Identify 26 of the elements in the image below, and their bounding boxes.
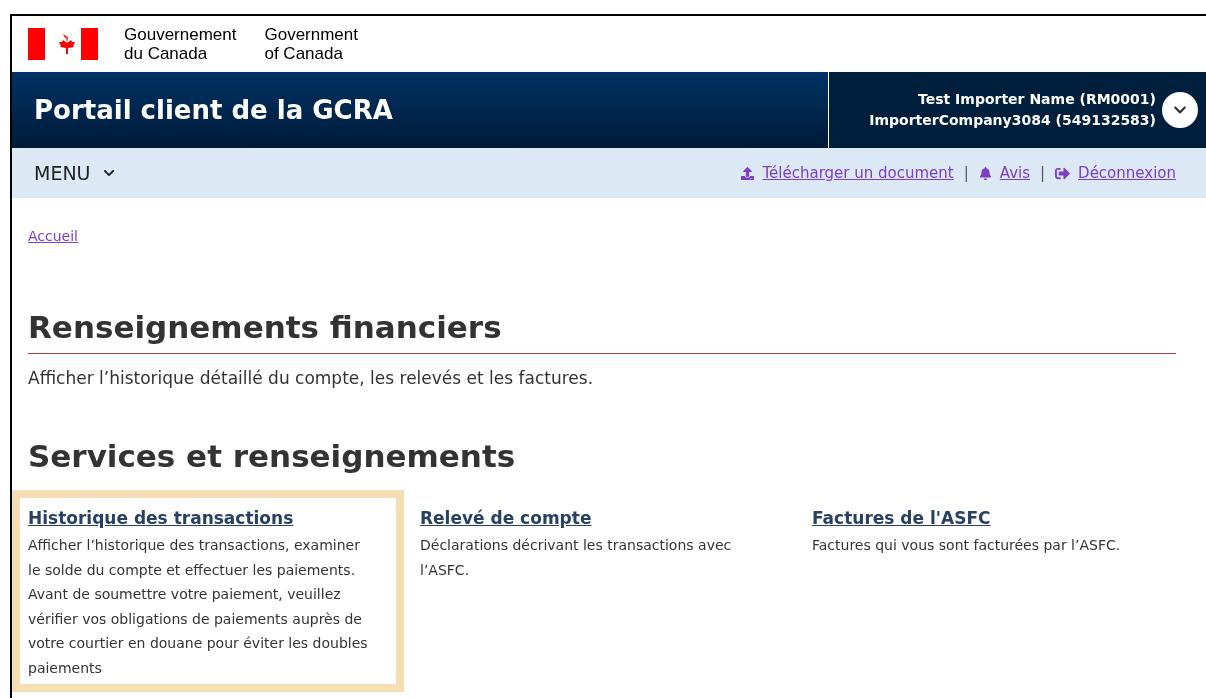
- service-link[interactable]: Historique des transactions: [28, 507, 294, 528]
- separator: |: [1040, 162, 1046, 184]
- service-description: Déclarations décrivant les transactions avec l’ASFC.: [420, 536, 733, 580]
- account-info: Test Importer Name (RM0001) ImporterCompany3084 (549132583): [869, 90, 1156, 130]
- bell-icon: [978, 166, 992, 180]
- separator: |: [963, 162, 969, 184]
- service-link[interactable]: Relevé de compte: [420, 507, 592, 528]
- action-link[interactable]: Déconnexion: [1055, 161, 1176, 185]
- action-link[interactable]: Télécharger un document: [741, 161, 954, 185]
- action-link[interactable]: Avis: [978, 161, 1030, 185]
- app-title: Portail client de la GCRA: [33, 93, 394, 127]
- service-description: Factures qui vous sont facturées par l’ASFC.: [812, 536, 1122, 555]
- upload-icon: [741, 166, 755, 180]
- service-link[interactable]: Factures de l'ASFC: [812, 507, 991, 528]
- section-heading: Services et renseignements: [28, 436, 517, 476]
- breadcrumb-link[interactable]: Accueil: [28, 226, 78, 247]
- chevron-down-icon: [102, 167, 115, 179]
- flag-logo: [28, 28, 98, 60]
- account-dropdown-button[interactable]: [1162, 92, 1198, 128]
- menu-button[interactable]: MENU: [34, 158, 115, 188]
- service-description: Afficher l’historique des transactions, examiner le solde du compte et effectuer les paiements. Avant de soumettre votre paiement, veuillez vérifier vos obligations de paiements auprès de votre courtier en douane pour éviter les doubles paiements: [28, 536, 369, 678]
- intro-text: Afficher l’historique détaillé du compte, les relevés et les factures.: [28, 367, 595, 390]
- page-heading: Renseignements financiers: [28, 307, 1176, 354]
- government-wordmark: Gouvernement du Canada: [124, 25, 237, 63]
- logout-icon: [1055, 165, 1071, 181]
- government-wordmark: Government of Canada: [264, 25, 358, 63]
